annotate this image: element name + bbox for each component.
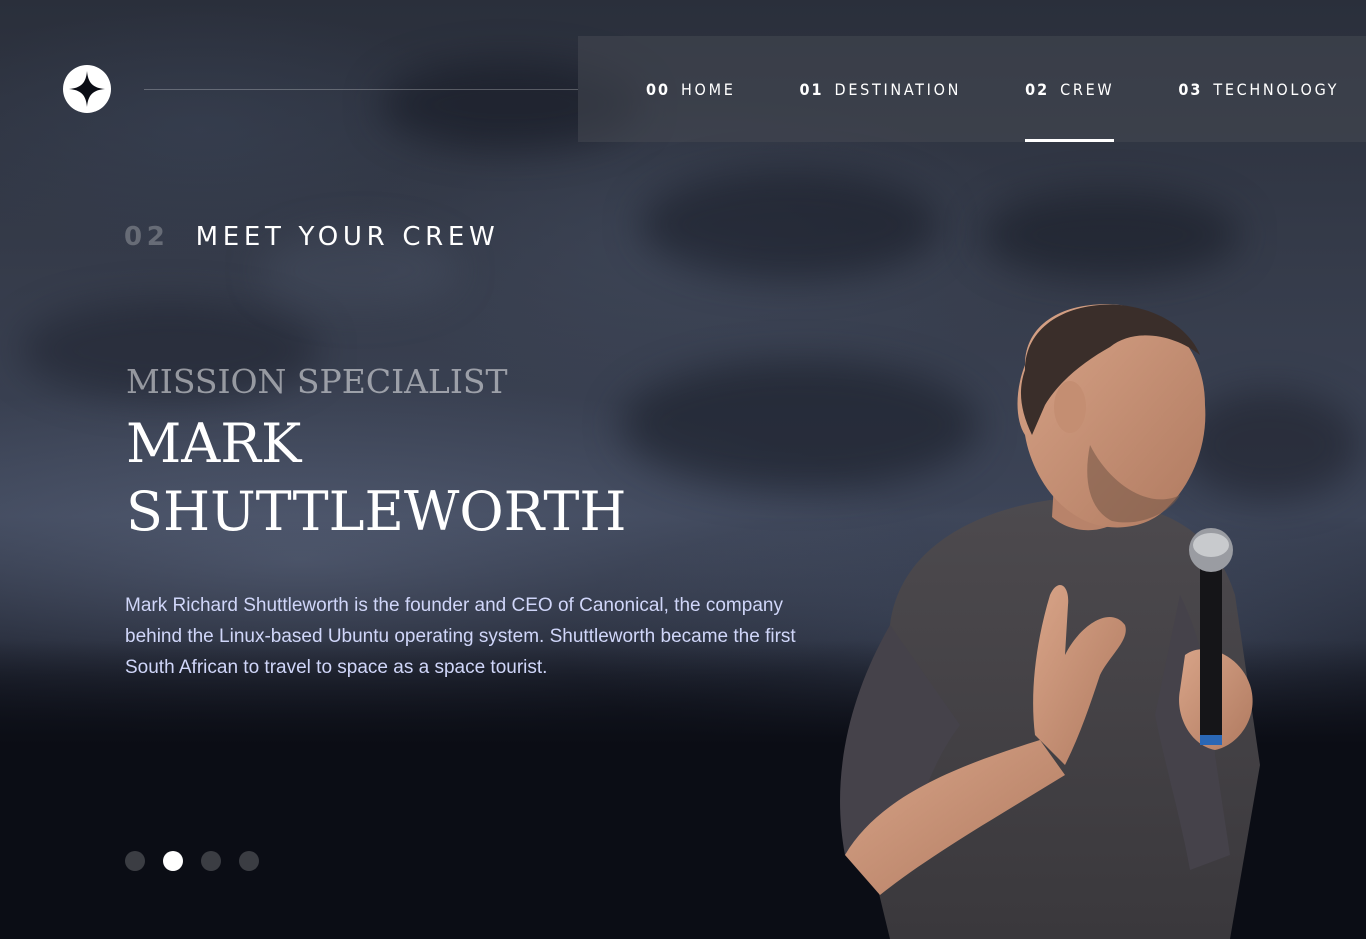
logo[interactable] [63,65,111,113]
page-title-number: 02 [124,222,170,252]
main-nav: 00 HOME 01 DESTINATION 02 CREW 03 TECHNO… [578,36,1366,142]
nav-item-crew[interactable]: 02 CREW [1025,36,1115,142]
crew-bio: Mark Richard Shuttleworth is the founder… [125,595,796,678]
slider-dot[interactable] [201,851,221,871]
nav-item-label: DESTINATION [834,79,962,99]
nav-item-label: CREW [1060,79,1115,99]
background-cloud [980,190,1240,280]
nav-item-destination[interactable]: 01 DESTINATION [800,36,962,142]
background-cloud [640,170,940,280]
nav-item-home[interactable]: 00 HOME [646,36,736,142]
slider-dot-active[interactable] [163,851,183,871]
nav-item-number: 01 [799,79,824,99]
crew-name-first: MARK [126,412,302,475]
nav-item-label: TECHNOLOGY [1213,79,1340,99]
crew-name-last: SHUTTLEWORTH [126,480,627,543]
page-title: 02 MEET YOUR CREW [124,222,499,252]
nav-item-number: 00 [646,79,671,99]
crew-name: MARK SHUTTLEWORTH [126,410,686,546]
crew-slider-dots [125,851,277,871]
header-divider [144,89,578,90]
nav-item-technology[interactable]: 03 TECHNOLOGY [1178,36,1339,142]
crew-role: MISSION SPECIALIST [126,362,508,401]
crew-portrait [840,304,1260,939]
slider-dot[interactable] [125,851,145,871]
nav-item-label: HOME [681,79,736,99]
nav-item-number: 02 [1025,79,1050,99]
slider-dot[interactable] [239,851,259,871]
page-title-text: MEET YOUR CREW [195,222,500,252]
nav-item-number: 03 [1178,79,1203,99]
star-logo-icon [69,71,105,107]
